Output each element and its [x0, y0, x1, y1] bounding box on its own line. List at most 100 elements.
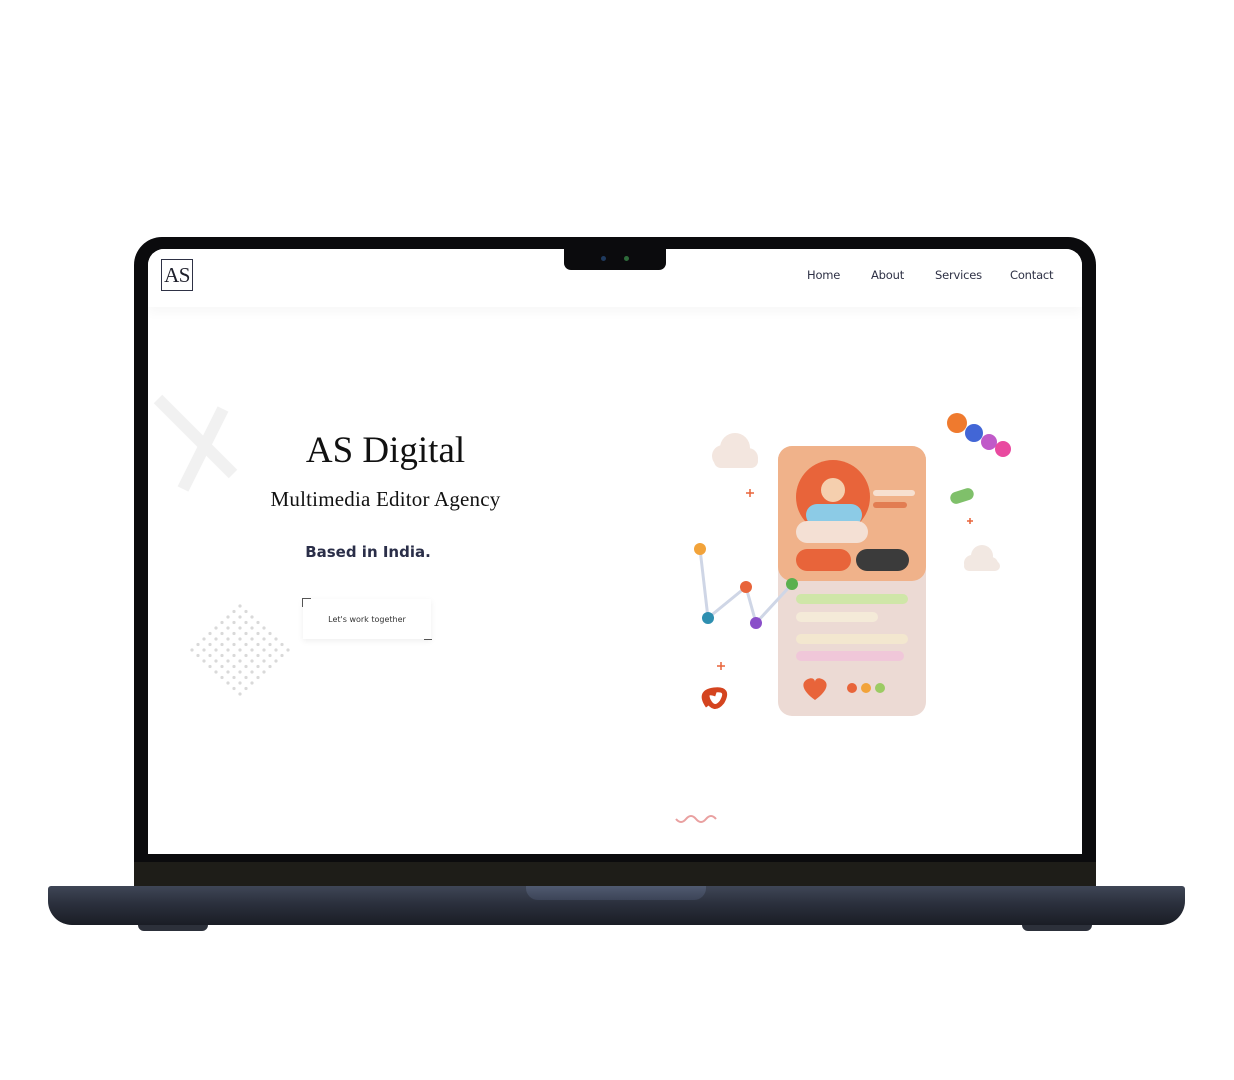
pill-shape-icon	[947, 413, 1011, 457]
pattern-dot	[238, 626, 242, 630]
pattern-dot	[232, 642, 236, 647]
pattern-dot	[238, 659, 242, 663]
pattern-dot	[220, 642, 224, 647]
pattern-dot	[274, 659, 278, 663]
pattern-dot	[226, 637, 230, 641]
pattern-dot	[256, 664, 260, 669]
pattern-dot	[232, 631, 236, 636]
camera-notch	[564, 247, 666, 270]
pattern-dot	[214, 670, 218, 674]
pattern-dot	[232, 664, 236, 669]
scroll-down-wave-icon	[675, 815, 717, 823]
laptop-base	[48, 886, 1185, 925]
pattern-dot	[202, 648, 206, 652]
pattern-dot	[262, 659, 266, 663]
pattern-dot	[238, 670, 242, 674]
cloud-icon	[964, 545, 1000, 571]
pattern-dot	[226, 626, 230, 630]
pattern-dot	[226, 681, 230, 685]
pattern-dot	[268, 642, 272, 647]
pattern-dot	[280, 653, 284, 658]
pattern-dot	[262, 626, 266, 630]
pattern-dot	[214, 626, 218, 630]
pattern-dot	[226, 670, 230, 674]
pattern-dot	[208, 653, 212, 658]
pattern-dot	[238, 604, 242, 608]
pattern-dot	[250, 659, 254, 663]
pattern-dot	[244, 642, 248, 647]
nav-about[interactable]: About	[871, 268, 904, 282]
pattern-dot	[226, 615, 230, 619]
nav-services[interactable]: Services	[935, 268, 982, 282]
pattern-dot	[244, 675, 248, 680]
lets-work-together-button[interactable]: Let's work together	[302, 598, 432, 640]
pattern-dot	[214, 637, 218, 641]
pattern-dot	[250, 615, 254, 619]
pattern-dot	[208, 664, 212, 669]
pattern-dot	[226, 659, 230, 663]
pattern-dot	[232, 675, 236, 680]
button-corner-decoration	[424, 638, 432, 640]
pattern-dot	[232, 686, 236, 691]
pattern-dot	[232, 620, 236, 625]
pattern-dot	[208, 642, 212, 647]
laptop-screen: AS Home About Services Contact AS Digita…	[148, 249, 1082, 854]
pattern-dot	[256, 653, 260, 658]
pattern-dot	[220, 675, 224, 680]
laptop-foot	[1022, 925, 1092, 931]
pattern-dot	[238, 648, 242, 652]
pattern-dot	[220, 653, 224, 658]
pattern-dot	[250, 626, 254, 630]
pattern-dot	[274, 637, 278, 641]
pattern-dot	[238, 637, 242, 641]
pattern-dot	[244, 609, 248, 614]
pattern-dot	[280, 642, 284, 647]
pattern-dot	[244, 686, 248, 691]
pattern-dot	[268, 653, 272, 658]
logo[interactable]: AS	[161, 259, 193, 291]
pattern-dot	[268, 631, 272, 636]
pattern-dot	[256, 631, 260, 636]
pattern-dot	[196, 642, 200, 647]
pattern-dot	[262, 670, 266, 674]
nav-home[interactable]: Home	[807, 268, 840, 282]
pattern-dot	[232, 609, 236, 614]
pattern-dot	[244, 631, 248, 636]
hero-title: AS Digital	[305, 430, 466, 471]
button-corner-decoration	[302, 598, 311, 607]
cta-label: Let's work together	[328, 614, 406, 624]
pattern-dot	[250, 648, 254, 652]
pattern-dot	[256, 642, 260, 647]
pattern-dot	[250, 670, 254, 674]
pattern-dot	[214, 659, 218, 663]
pattern-dot	[268, 664, 272, 669]
pattern-dot	[232, 653, 236, 658]
pattern-dot	[244, 653, 248, 658]
nav-contact[interactable]: Contact	[1010, 268, 1054, 282]
pattern-dot	[214, 648, 218, 652]
pattern-dot	[250, 681, 254, 685]
phone-illustration	[694, 413, 1011, 716]
pattern-dot	[256, 675, 260, 680]
pattern-dot	[244, 620, 248, 625]
pattern-dot	[238, 692, 242, 696]
laptop-foot	[138, 925, 208, 931]
hero-location: Based in India.	[305, 543, 431, 561]
pattern-dot	[208, 631, 212, 636]
pattern-dot	[220, 664, 224, 669]
laptop-hinge	[134, 862, 1096, 888]
pattern-dot	[202, 637, 206, 641]
pattern-dot	[190, 648, 194, 652]
pattern-dot	[256, 620, 260, 625]
camera-dot	[601, 256, 606, 261]
pattern-dot	[196, 653, 200, 658]
pattern-dot	[274, 648, 278, 652]
cloud-icon	[712, 433, 758, 468]
pattern-dot	[202, 659, 206, 663]
laptop-base-groove	[526, 886, 706, 900]
pattern-dot	[250, 637, 254, 641]
pattern-dot	[262, 648, 266, 652]
dot-pattern	[190, 604, 290, 696]
pattern-dot	[226, 648, 230, 652]
pattern-dot	[286, 648, 290, 652]
